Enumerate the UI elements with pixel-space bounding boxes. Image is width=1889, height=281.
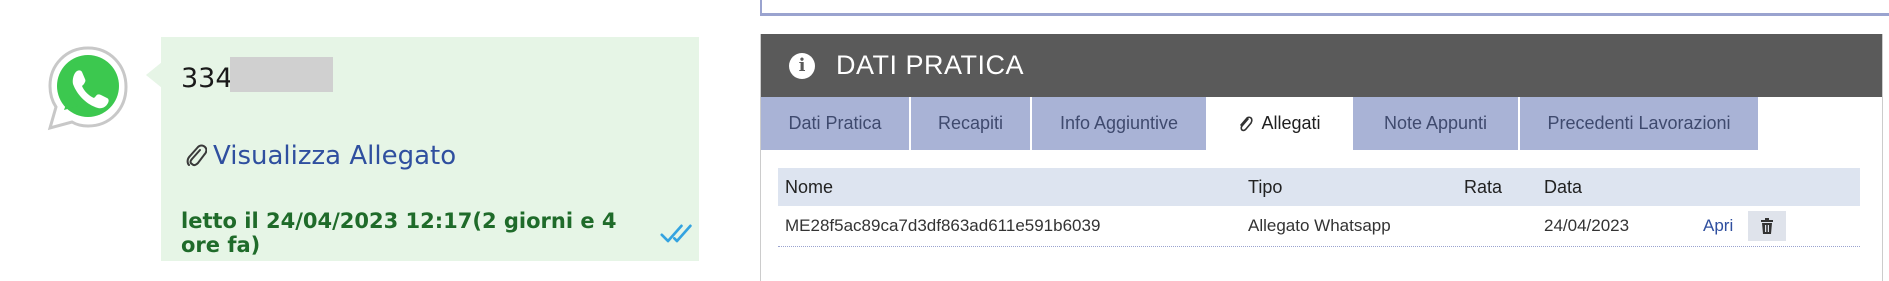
message-bubble: 334 Visualizza Allegato letto il 24/04/2… <box>161 37 699 261</box>
table-header: Nome Tipo Rata Data <box>778 168 1860 206</box>
info-icon: i <box>789 52 815 79</box>
tab-label: Precedenti Lavorazioni <box>1547 113 1731 133</box>
attachments-table: Nome Tipo Rata Data ME28f5ac89ca7d3df863… <box>778 168 1860 247</box>
paperclip-icon <box>186 144 207 167</box>
tab-label: Allegati <box>1261 113 1321 133</box>
tab-recapiti[interactable]: Recapiti <box>911 97 1032 150</box>
double-check-icon <box>660 224 692 243</box>
header-rata: Rata <box>1464 176 1503 197</box>
view-attachment-link[interactable]: Visualizza Allegato <box>185 141 456 171</box>
cell-nome: ME28f5ac89ca7d3df863ad611e591b6039 <box>785 216 1101 235</box>
tab-info-aggiuntive[interactable]: Info Aggiuntive <box>1032 97 1208 150</box>
read-status: letto il 24/04/2023 12:17(2 giorni e 4 o… <box>181 209 699 257</box>
tab-bar: Dati Pratica Recapiti Info Aggiuntive Al… <box>761 97 1882 150</box>
redacted-phone-mask <box>230 57 333 92</box>
table-row: ME28f5ac89ca7d3df863ad611e591b6039 Alleg… <box>778 206 1860 247</box>
header-data: Data <box>1544 176 1583 197</box>
paperclip-icon <box>1240 115 1254 131</box>
tab-label: Info Aggiuntive <box>1059 113 1179 133</box>
bubble-tail <box>146 62 162 88</box>
tab-label: Recapiti <box>937 113 1004 133</box>
open-attachment-link[interactable]: Apri <box>1703 216 1733 236</box>
tab-label: Note Appunti <box>1383 113 1488 133</box>
trash-icon <box>1761 218 1773 234</box>
read-status-text: letto il 24/04/2023 12:17(2 giorni e 4 o… <box>181 209 617 257</box>
sender-phone: 334 <box>181 63 233 94</box>
tab-label: Dati Pratica <box>788 113 882 133</box>
panel-header: i DATI PRATICA <box>761 34 1882 97</box>
header-tipo: Tipo <box>1248 176 1283 197</box>
header-nome: Nome <box>785 176 834 197</box>
dati-pratica-panel: i DATI PRATICA Dati Pratica Recapiti Inf… <box>760 34 1883 281</box>
cell-data: 24/04/2023 <box>1544 216 1630 235</box>
previous-section-border <box>760 0 1889 16</box>
tab-allegati[interactable]: Allegati <box>1208 97 1353 150</box>
tab-precedenti-lavorazioni[interactable]: Precedenti Lavorazioni <box>1520 97 1760 150</box>
view-attachment-label: Visualizza Allegato <box>213 141 457 171</box>
delete-attachment-button[interactable] <box>1748 211 1786 241</box>
cell-tipo: Allegato Whatsapp <box>1248 216 1391 235</box>
panel-title: DATI PRATICA <box>836 50 1025 80</box>
whatsapp-icon <box>44 44 132 132</box>
tab-note-appunti[interactable]: Note Appunti <box>1353 97 1520 150</box>
tab-dati-pratica[interactable]: Dati Pratica <box>761 97 911 150</box>
